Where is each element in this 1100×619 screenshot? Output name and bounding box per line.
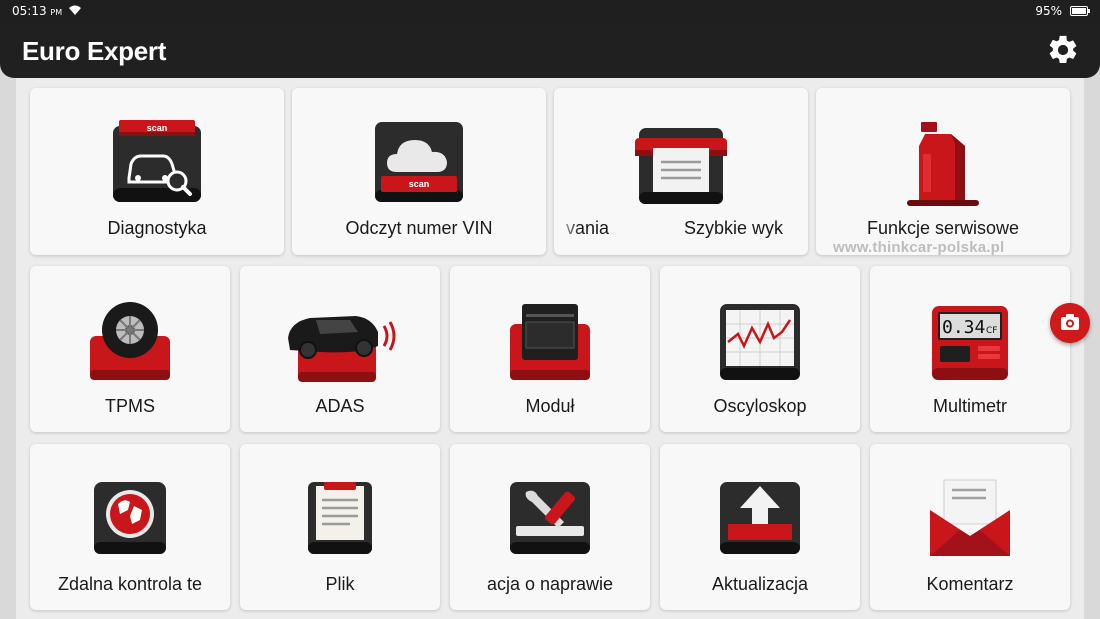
gear-icon[interactable] <box>1046 33 1080 67</box>
mail-envelope-icon <box>930 479 1010 556</box>
scan-badge: scan <box>409 179 430 189</box>
tile-szybkie-wykasowanie[interactable]: vania Szybkie wyk <box>554 88 808 255</box>
tile-label: Oscyloskop <box>713 396 807 416</box>
car-sensor-icon <box>288 316 396 382</box>
tile-label: vania Szybkie wyk <box>554 218 808 240</box>
tile-adas[interactable]: ADAS <box>240 266 440 432</box>
battery-percentage: 95% <box>1035 4 1062 18</box>
tile-informacja-o-naprawie[interactable]: acja o naprawie <box>450 444 650 610</box>
clipboard-icon <box>308 482 372 554</box>
tile-komentarz[interactable]: Komentarz <box>870 444 1070 610</box>
tile-oscyloskop[interactable]: Oscyloskop <box>660 266 860 432</box>
tile-aktualizacja[interactable]: Aktualizacja <box>660 444 860 610</box>
oscilloscope-icon <box>720 304 800 380</box>
battery-icon <box>1070 6 1090 16</box>
remote-globe-icon <box>94 482 166 554</box>
car-scan-icon: scan <box>113 120 201 202</box>
tile-label: Multimetr <box>932 396 1007 416</box>
oil-canister-icon <box>907 122 979 206</box>
tile-label: Odczyt numer VIN <box>345 218 493 238</box>
camera-icon[interactable] <box>1050 303 1090 343</box>
tile-plik[interactable]: Plik <box>240 444 440 610</box>
tile-diagnostyka[interactable]: scan Diagnostyka <box>30 88 284 255</box>
tile-label: acja o naprawie <box>450 574 650 595</box>
tile-label: ADAS <box>315 396 365 416</box>
tile-multimetr[interactable]: 0.34 CF Multimetr <box>870 266 1070 432</box>
printer-icon <box>635 128 727 204</box>
tile-label: Funkcje serwisowe <box>866 218 1020 238</box>
tile-tpms[interactable]: TPMS <box>30 266 230 432</box>
update-upload-icon <box>720 482 800 554</box>
app-title: Euro Expert <box>22 36 167 66</box>
tile-funkcje-serwisowe[interactable]: Funkcje serwisowe <box>816 88 1070 255</box>
multimeter-icon: 0.34 CF <box>932 306 1008 380</box>
tile-zdalna-kontrola[interactable]: Zdalna kontrola te <box>30 444 230 610</box>
app-bar: Euro Expert <box>0 24 1100 78</box>
tile-modul[interactable]: Moduł <box>450 266 650 432</box>
tile-label: Plik <box>325 574 355 594</box>
wifi-icon <box>69 5 81 15</box>
tile-odczyt-vin[interactable]: scan Odczyt numer VIN <box>292 88 546 255</box>
tile-label: TPMS <box>104 396 155 416</box>
status-bar: 05:13 PM 95% <box>0 0 1100 24</box>
tile-label: Komentarz <box>926 574 1014 594</box>
tile-label: Aktualizacja <box>711 574 809 594</box>
tire-icon <box>90 302 170 380</box>
multimeter-display: 0.34 <box>942 317 985 338</box>
tile-label: Diagnostyka <box>107 218 207 238</box>
multimeter-unit: CF <box>986 326 997 336</box>
tile-label: Moduł <box>525 396 575 416</box>
module-icon <box>510 304 590 380</box>
function-grid: scan Diagnostyka scan Odczyt numer VIN v… <box>16 78 1084 619</box>
cloud-scan-icon: scan <box>375 122 463 202</box>
watermark: www.thinkcar-polska.pl <box>833 239 1005 256</box>
repair-tools-icon <box>510 482 590 554</box>
scan-badge: scan <box>147 123 168 133</box>
status-time: 05:13 PM <box>12 4 63 18</box>
tile-label: Zdalna kontrola te <box>30 574 230 595</box>
